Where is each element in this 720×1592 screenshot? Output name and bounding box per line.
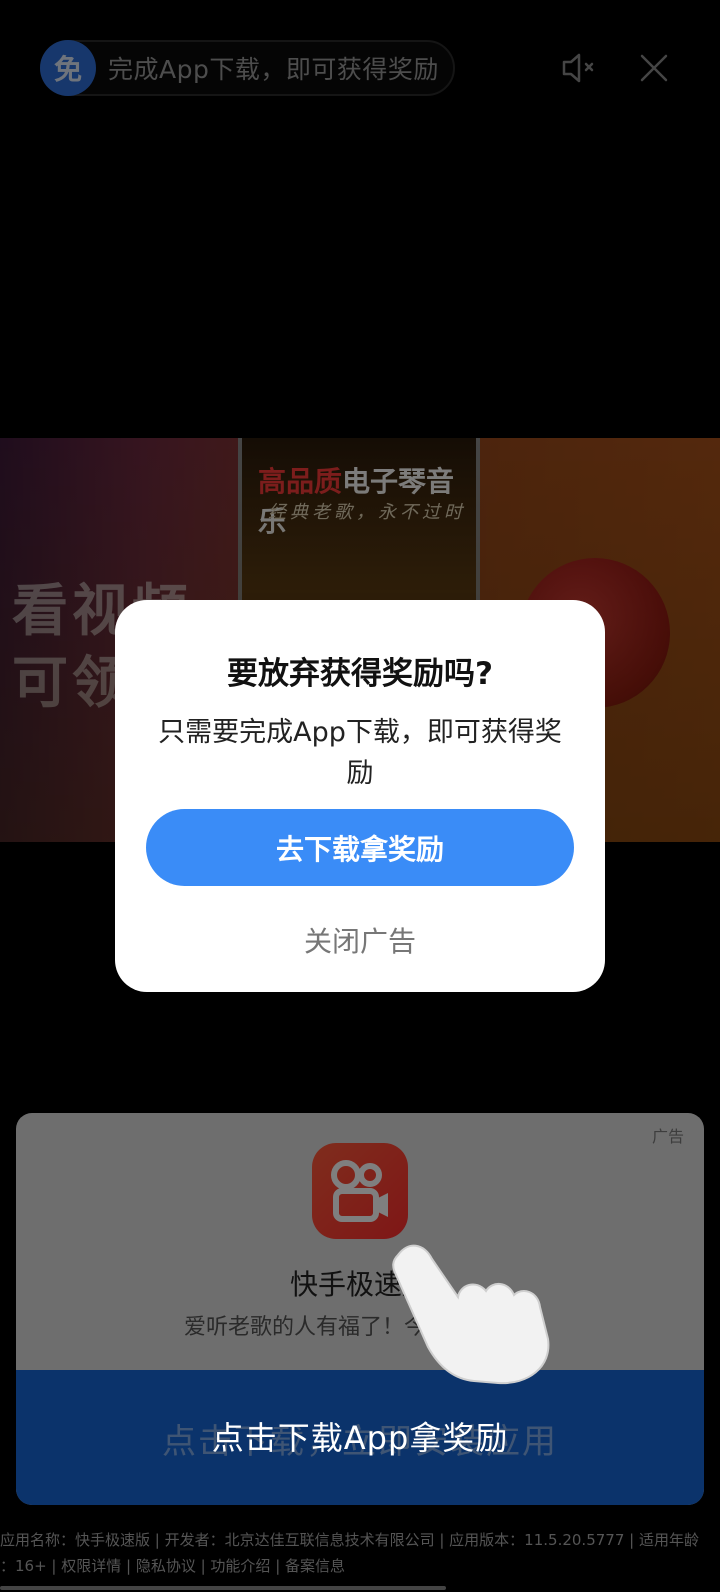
close-ad-button[interactable]: 关闭广告 [115, 920, 605, 960]
dialog-title: 要放弃获得奖励吗? [227, 656, 493, 692]
dialog-message: 只需要完成App下载，即可获得奖励 [158, 717, 562, 789]
tap-hint-text: 点击下载App拿奖励 [211, 1419, 509, 1457]
home-indicator [0, 1586, 446, 1590]
tap-hand-icon [392, 1244, 550, 1385]
go-download-button[interactable]: 去下载拿奖励 [146, 809, 574, 886]
abandon-reward-dialog: 要放弃获得奖励吗? 只需要完成App下载，即可获得奖励 去下载拿奖励 关闭广告 [115, 600, 605, 992]
app-info-footer: 应用名称：快手极速版 | 开发者：北京达佳互联信息技术有限公司 | 应用版本：1… [0, 1531, 699, 1575]
